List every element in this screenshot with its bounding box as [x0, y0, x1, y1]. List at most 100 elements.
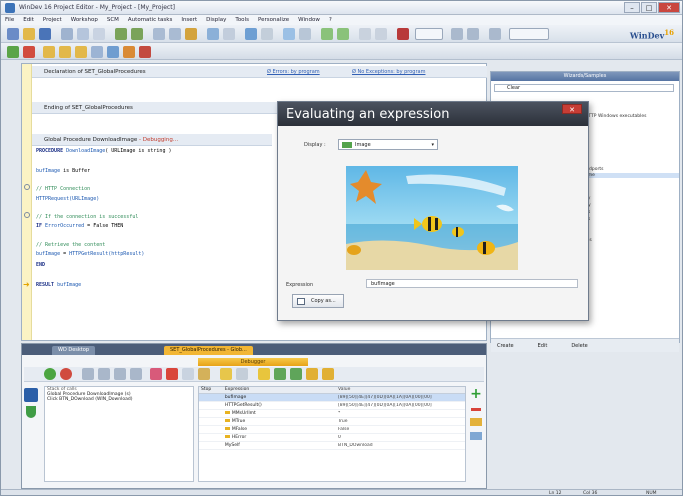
- report-icon[interactable]: [169, 28, 181, 40]
- step-out-icon[interactable]: [114, 368, 126, 380]
- run-icon[interactable]: [321, 28, 333, 40]
- undo-icon[interactable]: [115, 28, 127, 40]
- delete-icon[interactable]: [166, 368, 178, 380]
- close-icon[interactable]: ✕: [658, 2, 680, 13]
- collapse-icon[interactable]: [24, 184, 30, 190]
- menu-project[interactable]: Project: [43, 17, 62, 23]
- menu-display[interactable]: Display: [206, 17, 226, 23]
- trace-icon[interactable]: [123, 46, 135, 58]
- menu-file[interactable]: File: [5, 17, 14, 23]
- column-header-value[interactable]: Value: [336, 387, 465, 393]
- stop-icon[interactable]: [397, 28, 409, 40]
- new-icon[interactable]: [7, 28, 19, 40]
- table-row[interactable]: HTTPGetResult() [89][50][4E][47][0D][0A][…: [199, 402, 465, 410]
- breakpoint-icon[interactable]: [150, 368, 162, 380]
- panel-left-icon[interactable]: [24, 388, 38, 402]
- modify-watch-icon[interactable]: [290, 368, 302, 380]
- clear-icon[interactable]: [182, 368, 194, 380]
- continue-icon[interactable]: [44, 368, 56, 380]
- menu-edit[interactable]: Edit: [23, 17, 34, 23]
- menu-automatic-tasks[interactable]: Automatic tasks: [128, 17, 172, 23]
- table-row[interactable]: bufImage [89][50][4E][47][0D][0A][1A][0A]…: [199, 394, 465, 402]
- paste-icon[interactable]: [93, 28, 105, 40]
- go-icon[interactable]: [245, 28, 257, 40]
- panel-search-input[interactable]: Clear: [494, 84, 674, 92]
- errors-link[interactable]: Ø Errors: by program: [267, 69, 320, 75]
- declaration-band[interactable]: Declaration of SET_GlobalProcedures Ø Er…: [32, 66, 487, 78]
- maximize-icon[interactable]: □: [641, 2, 657, 13]
- find-icon[interactable]: [261, 28, 273, 40]
- delete-button[interactable]: Delete: [571, 343, 587, 349]
- column-header-blank[interactable]: [306, 387, 336, 393]
- run-to-cursor-icon[interactable]: [130, 368, 142, 380]
- window-icon[interactable]: [153, 28, 165, 40]
- edit-button[interactable]: Edit: [538, 343, 548, 349]
- panel-list-item-selected[interactable]: ame: [585, 173, 679, 178]
- step-into-icon[interactable]: [43, 46, 55, 58]
- menu-scm[interactable]: SCM: [107, 17, 119, 23]
- create-button[interactable]: Create: [497, 343, 514, 349]
- go-green-icon[interactable]: [7, 46, 19, 58]
- procedure-band[interactable]: Global Procedure DownloadImage - Debuggi…: [32, 134, 272, 146]
- collapse-icon[interactable]: [24, 212, 30, 218]
- query-icon[interactable]: [185, 28, 197, 40]
- close-icon[interactable]: ✕: [562, 104, 582, 114]
- table-row[interactable]: MTrue True: [199, 418, 465, 426]
- expression-input[interactable]: bufImage: [366, 279, 578, 288]
- menu-insert[interactable]: Insert: [181, 17, 197, 23]
- column-header-stop[interactable]: Stop: [199, 387, 223, 393]
- more-icon[interactable]: [322, 368, 334, 380]
- call-stack-list[interactable]: Stack of calls Global Procedure Download…: [44, 386, 194, 482]
- table-row[interactable]: MFalse False: [199, 426, 465, 434]
- table-row[interactable]: HError 0: [199, 434, 465, 442]
- edit-value-icon[interactable]: [306, 368, 318, 380]
- layout-icon[interactable]: [451, 28, 463, 40]
- step-over-icon[interactable]: [98, 368, 110, 380]
- save-icon[interactable]: [39, 28, 51, 40]
- exceptions-link[interactable]: Ø No Exceptions: by program: [352, 69, 425, 75]
- stop-red-icon[interactable]: [23, 46, 35, 58]
- debug-icon[interactable]: [283, 28, 295, 40]
- add-icon[interactable]: +: [469, 387, 483, 402]
- add-watch-icon[interactable]: [274, 368, 286, 380]
- step-out-icon[interactable]: [75, 46, 87, 58]
- watch-icon[interactable]: [107, 46, 119, 58]
- table-row[interactable]: MMsUrlImt *: [199, 410, 465, 418]
- display-combo[interactable]: Image ▾: [338, 139, 438, 150]
- grid-icon[interactable]: [198, 368, 210, 380]
- tab-global-procedures[interactable]: SET_GlobalProcedures - Glob...: [164, 346, 253, 355]
- open-icon[interactable]: [23, 28, 35, 40]
- step-over-icon[interactable]: [59, 46, 71, 58]
- minimize-icon[interactable]: –: [624, 2, 640, 13]
- zoom-dropdown[interactable]: [415, 28, 443, 40]
- remove-icon[interactable]: [471, 408, 481, 411]
- options-icon[interactable]: [359, 28, 371, 40]
- analysis-icon[interactable]: [207, 28, 219, 40]
- menu-workshop[interactable]: Workshop: [71, 17, 98, 23]
- cut-icon[interactable]: [61, 28, 73, 40]
- test-icon[interactable]: [337, 28, 349, 40]
- settings-icon[interactable]: [375, 28, 387, 40]
- menu-help[interactable]: ?: [329, 17, 332, 23]
- grid-icon[interactable]: [489, 28, 501, 40]
- menu-tools[interactable]: Tools: [235, 17, 249, 23]
- menu-personalize[interactable]: Personalize: [258, 17, 289, 23]
- redo-icon[interactable]: [131, 28, 143, 40]
- align-icon[interactable]: [467, 28, 479, 40]
- expression-icon[interactable]: [258, 368, 270, 380]
- table-row[interactable]: MySelf BTN_DOwnload: [199, 442, 465, 450]
- copy-icon[interactable]: [77, 28, 89, 40]
- copy-as-button[interactable]: Copy as...: [292, 294, 344, 308]
- end-debug-icon[interactable]: [139, 46, 151, 58]
- options-icon[interactable]: [470, 432, 482, 440]
- stop-icon[interactable]: [60, 368, 72, 380]
- code-icon[interactable]: [223, 28, 235, 40]
- step-into-icon[interactable]: [82, 368, 94, 380]
- column-header-expression[interactable]: Expression: [223, 387, 306, 393]
- breakpoint-icon[interactable]: [91, 46, 103, 58]
- trace-icon[interactable]: [236, 368, 248, 380]
- call-stack-item[interactable]: Click BTN_DOwnload (WIN_Download): [45, 397, 193, 402]
- panel-list-item[interactable]: HTTP Windows executables: [585, 114, 647, 119]
- tab-desktop[interactable]: WD Desktop: [52, 346, 96, 355]
- style-dropdown[interactable]: [509, 28, 549, 40]
